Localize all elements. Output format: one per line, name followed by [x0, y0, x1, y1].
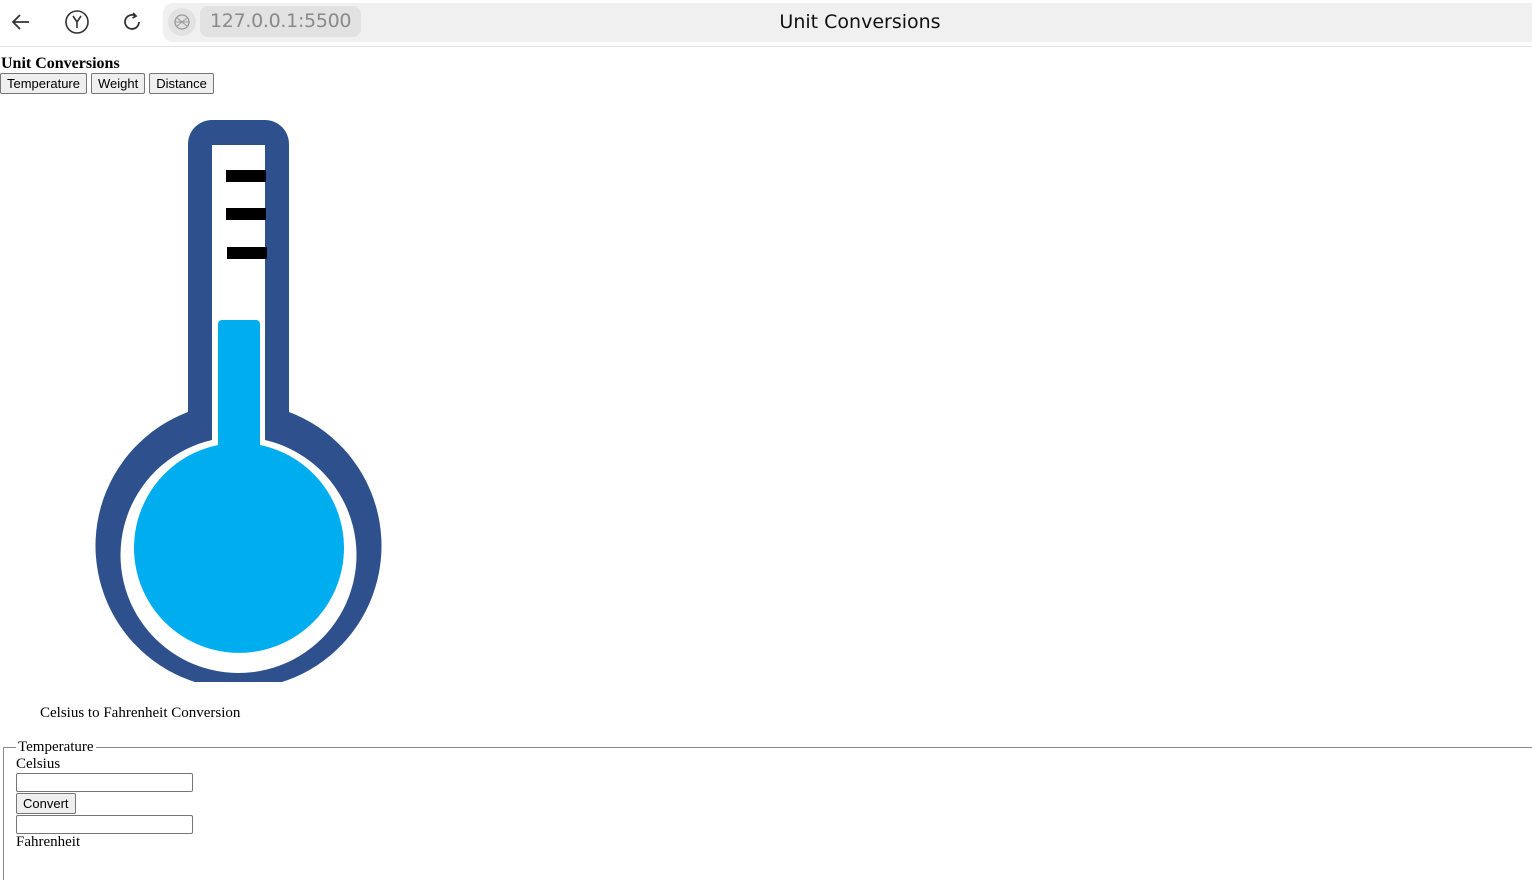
yandex-icon [65, 10, 89, 34]
globe-icon [174, 14, 190, 30]
convert-button[interactable]: Convert [16, 793, 76, 814]
thermometer-tick [227, 247, 267, 259]
celsius-input[interactable] [16, 773, 193, 792]
tab-weight[interactable]: Weight [90, 73, 146, 94]
arrow-left-icon [11, 14, 29, 30]
thermometer-image [95, 120, 382, 682]
reload-button[interactable] [115, 5, 149, 39]
conversion-tabs: Temperature Weight Distance [0, 73, 214, 94]
url-text[interactable]: 127.0.0.1:5500 [200, 6, 362, 37]
fahrenheit-output[interactable] [16, 815, 193, 834]
yandex-button[interactable] [60, 5, 94, 39]
page-title: Unit Conversions [1, 55, 120, 72]
back-button[interactable] [4, 5, 38, 39]
tab-title: Unit Conversions [779, 11, 941, 33]
thermometer-tick [226, 170, 266, 182]
celsius-label: Celsius [16, 756, 61, 772]
tab-temperature[interactable]: Temperature [0, 73, 87, 94]
browser-toolbar: 127.0.0.1:5500 Unit Conversions [0, 0, 1532, 47]
reload-icon [124, 12, 140, 30]
thermometer-fluid [134, 320, 344, 653]
temperature-fieldset: Temperature Celsius Convert Fahrenheit [3, 739, 1532, 880]
tab-distance[interactable]: Distance [149, 73, 214, 94]
site-info-button[interactable] [168, 8, 196, 36]
conversion-caption: Celsius to Fahrenheit Conversion [40, 705, 241, 721]
fieldset-legend: Temperature [18, 739, 94, 755]
fahrenheit-label: Fahrenheit [16, 834, 81, 850]
thermometer-tick [226, 208, 266, 220]
